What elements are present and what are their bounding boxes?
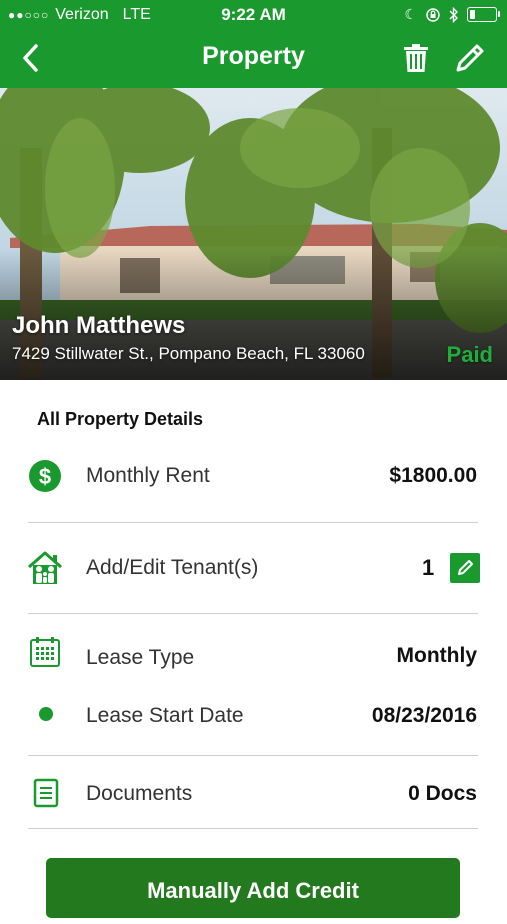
- top-bar: ●●○○○ Verizon LTE 9:22 AM ☾ Property: [0, 0, 507, 88]
- lease-type-label: Lease Type: [86, 646, 195, 669]
- divider: [28, 613, 478, 614]
- lease-start-row: Lease Start Date 08/23/2016: [0, 696, 507, 736]
- pencil-icon[interactable]: [452, 40, 488, 76]
- divider: [28, 755, 478, 756]
- moon-icon: ☾: [404, 6, 417, 22]
- property-address: 7429 Stillwater St., Pompano Beach, FL 3…: [12, 344, 365, 363]
- monthly-rent-label: Monthly Rent: [86, 464, 210, 487]
- payment-status-badge: Paid: [446, 342, 493, 367]
- monthly-rent-row: $ Monthly Rent $1800.00: [0, 456, 507, 496]
- house-family-icon: [28, 551, 62, 584]
- document-icon: [33, 778, 59, 808]
- trash-icon[interactable]: [398, 40, 434, 76]
- lease-type-value: Monthly: [396, 644, 477, 667]
- tenants-count: 1: [422, 555, 435, 580]
- section-title: All Property Details: [37, 409, 204, 429]
- lease-start-value: 08/23/2016: [371, 704, 477, 727]
- owner-name: John Matthews: [12, 312, 186, 339]
- divider: [28, 828, 478, 829]
- edit-tenants-button[interactable]: [450, 553, 480, 583]
- documents-row[interactable]: Documents 0 Docs: [0, 774, 507, 814]
- pencil-icon: [458, 560, 473, 575]
- rotation-lock-icon: [426, 7, 440, 22]
- tenants-label[interactable]: Add/Edit Tenant(s): [86, 556, 258, 580]
- calendar-icon: [30, 637, 60, 667]
- documents-label[interactable]: Documents: [86, 782, 192, 806]
- manually-add-credit-button[interactable]: Manually Add Credit: [46, 858, 460, 918]
- lease-start-label: Lease Start Date: [86, 704, 244, 727]
- tenants-row[interactable]: Add/Edit Tenant(s) 1: [0, 548, 507, 588]
- documents-value: 0 Docs: [408, 782, 477, 805]
- dollar-icon: $: [29, 460, 61, 492]
- lease-type-row: Lease Type Monthly: [0, 636, 507, 676]
- battery-icon: [467, 7, 500, 22]
- property-photo: John Matthews 7429 Stillwater St., Pompa…: [0, 88, 507, 380]
- status-bar: ●●○○○ Verizon LTE 9:22 AM ☾: [0, 0, 507, 30]
- dot-icon: [39, 707, 53, 721]
- svg-text:$: $: [39, 464, 51, 489]
- bluetooth-icon: [449, 6, 458, 23]
- nav-bar: Property: [0, 30, 507, 88]
- monthly-rent-value: $1800.00: [389, 464, 477, 487]
- divider: [28, 522, 478, 523]
